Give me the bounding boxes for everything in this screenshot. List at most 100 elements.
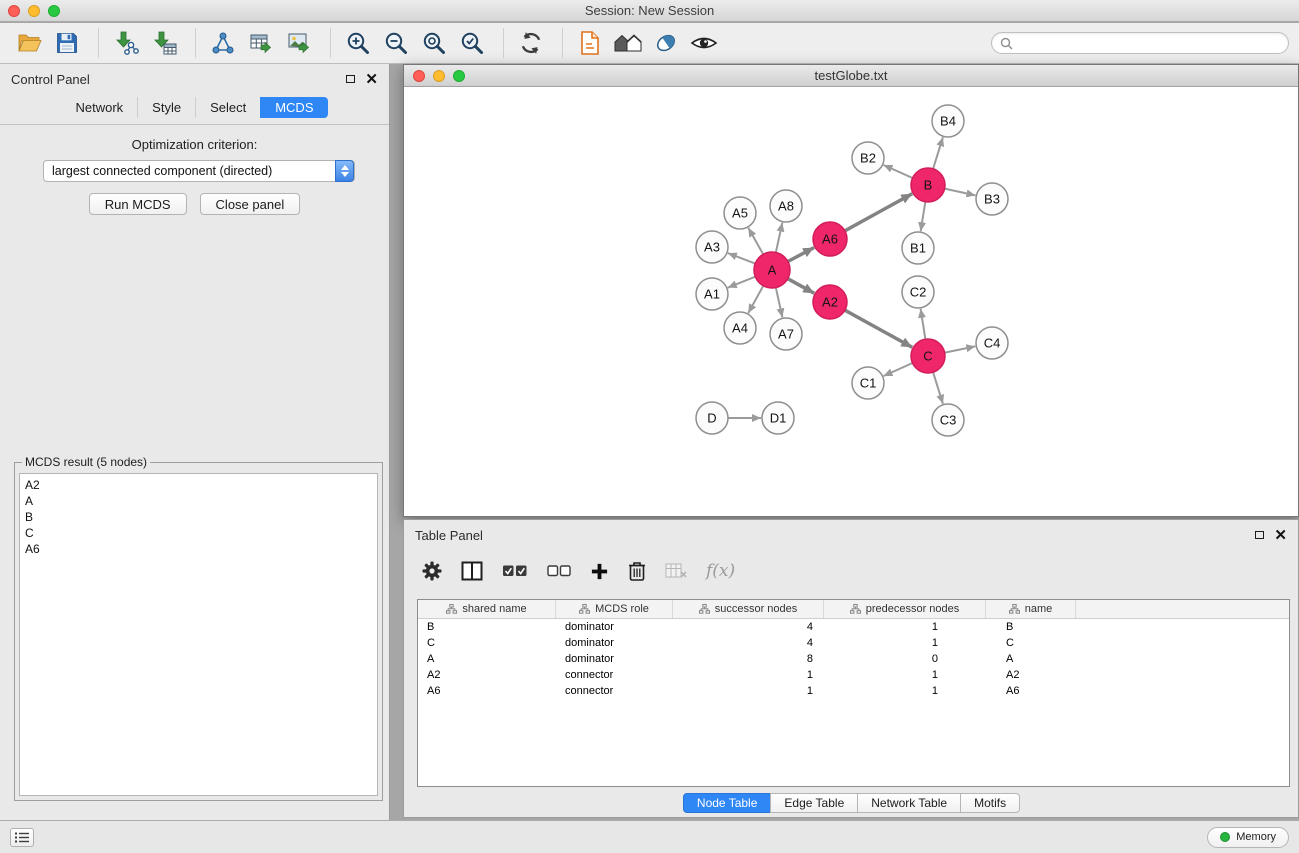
edge-C-C4[interactable] bbox=[945, 346, 976, 352]
table-row[interactable]: A2connector11A2 bbox=[418, 667, 1289, 683]
edge-C-C1[interactable] bbox=[884, 363, 913, 376]
node-D1[interactable]: D1 bbox=[762, 402, 794, 434]
node-B2[interactable]: B2 bbox=[852, 142, 884, 174]
node-C4[interactable]: C4 bbox=[976, 327, 1008, 359]
run-mcds-button[interactable]: Run MCDS bbox=[89, 193, 187, 215]
edge-B-B1[interactable] bbox=[921, 202, 926, 231]
first-neighbors-button[interactable] bbox=[611, 26, 645, 60]
edge-B-B3[interactable] bbox=[945, 189, 976, 196]
node-A6[interactable]: A6 bbox=[813, 222, 847, 256]
tab-select[interactable]: Select bbox=[195, 97, 260, 118]
save-session-button[interactable] bbox=[50, 26, 84, 60]
edge-B-B2[interactable] bbox=[884, 165, 913, 178]
network-window-titlebar[interactable]: testGlobe.txt bbox=[404, 65, 1298, 87]
task-history-button[interactable] bbox=[10, 828, 34, 847]
add-column-button[interactable] bbox=[590, 562, 609, 581]
column-header-name[interactable]: name bbox=[986, 600, 1076, 618]
close-panel-icon[interactable]: ✕ bbox=[365, 72, 378, 87]
refresh-button[interactable] bbox=[514, 26, 548, 60]
mcds-result-item[interactable]: A bbox=[25, 493, 377, 509]
edge-B-B4[interactable] bbox=[933, 137, 943, 169]
edge-C-C2[interactable] bbox=[921, 309, 926, 339]
edge-A-A4[interactable] bbox=[748, 286, 763, 313]
network-graph[interactable]: A A6 A2 B C A1 A3 A4 A5 A7 A8 B1 B2 B3 B4 C1 C2 C3 C4 D D1 bbox=[404, 87, 1298, 516]
show-columns-button[interactable] bbox=[461, 561, 483, 581]
export-image-button[interactable] bbox=[282, 26, 316, 60]
node-B4[interactable]: B4 bbox=[932, 105, 964, 137]
tab-node-table[interactable]: Node Table bbox=[683, 793, 772, 813]
mcds-result-item[interactable]: A6 bbox=[25, 541, 377, 557]
float-panel-icon[interactable] bbox=[346, 75, 355, 83]
tab-motifs[interactable]: Motifs bbox=[960, 793, 1020, 813]
node-B3[interactable]: B3 bbox=[976, 183, 1008, 215]
float-table-panel-icon[interactable] bbox=[1255, 531, 1264, 539]
node-C1[interactable]: C1 bbox=[852, 367, 884, 399]
delete-column-button[interactable] bbox=[628, 560, 646, 582]
node-C2[interactable]: C2 bbox=[902, 276, 934, 308]
deselect-all-button[interactable] bbox=[547, 564, 571, 578]
close-panel-button[interactable]: Close panel bbox=[200, 193, 301, 215]
zoom-selected-button[interactable] bbox=[455, 26, 489, 60]
edge-A-A6[interactable] bbox=[788, 247, 814, 261]
function-builder-button[interactable]: f(x) bbox=[706, 561, 735, 581]
node-A1[interactable]: A1 bbox=[696, 278, 728, 310]
tab-mcds[interactable]: MCDS bbox=[260, 97, 327, 118]
node-A3[interactable]: A3 bbox=[696, 231, 728, 263]
close-table-panel-icon[interactable]: ✕ bbox=[1274, 528, 1287, 543]
mcds-result-item[interactable]: A2 bbox=[25, 477, 377, 493]
node-A4[interactable]: A4 bbox=[724, 312, 756, 344]
node-C[interactable]: C bbox=[911, 339, 945, 373]
edge-C-C3[interactable] bbox=[933, 372, 943, 404]
delete-table-button[interactable] bbox=[665, 562, 687, 580]
table-row[interactable]: Cdominator41C bbox=[418, 635, 1289, 651]
column-header-MCDS-role[interactable]: MCDS role bbox=[556, 600, 673, 618]
edge-A-A7[interactable] bbox=[776, 288, 783, 318]
import-table-button[interactable] bbox=[147, 26, 181, 60]
new-network-button[interactable] bbox=[206, 26, 240, 60]
select-all-button[interactable] bbox=[502, 564, 528, 578]
show-hide-button[interactable] bbox=[687, 26, 721, 60]
tab-network-table[interactable]: Network Table bbox=[857, 793, 961, 813]
node-A8[interactable]: A8 bbox=[770, 190, 802, 222]
search-input[interactable] bbox=[1019, 36, 1288, 50]
edge-A-A3[interactable] bbox=[728, 253, 755, 263]
optimization-dropdown[interactable]: largest connected component (directed) bbox=[43, 160, 355, 182]
open-session-button[interactable] bbox=[12, 26, 46, 60]
column-header-successor-nodes[interactable]: successor nodes bbox=[673, 600, 824, 618]
node-table[interactable]: shared nameMCDS rolesuccessor nodesprede… bbox=[417, 599, 1290, 787]
tab-edge-table[interactable]: Edge Table bbox=[770, 793, 858, 813]
tab-network[interactable]: Network bbox=[61, 97, 137, 118]
node-A7[interactable]: A7 bbox=[770, 318, 802, 350]
edge-A-A2[interactable] bbox=[788, 279, 814, 294]
node-A5[interactable]: A5 bbox=[724, 197, 756, 229]
new-table-button[interactable] bbox=[244, 26, 278, 60]
mcds-result-item[interactable]: C bbox=[25, 525, 377, 541]
memory-button[interactable]: Memory bbox=[1207, 827, 1289, 848]
edge-A-A8[interactable] bbox=[776, 223, 783, 253]
node-A2[interactable]: A2 bbox=[813, 285, 847, 319]
network-canvas[interactable]: A A6 A2 B C A1 A3 A4 A5 A7 A8 B1 B2 B3 B4 C1 C2 C3 C4 D D1 bbox=[404, 87, 1298, 516]
edge-A-A1[interactable] bbox=[728, 277, 756, 288]
table-row[interactable]: Adominator80A bbox=[418, 651, 1289, 667]
edge-A6-B[interactable] bbox=[845, 194, 912, 231]
node-D[interactable]: D bbox=[696, 402, 728, 434]
mcds-result-item[interactable]: B bbox=[25, 509, 377, 525]
table-row[interactable]: Bdominator41B bbox=[418, 619, 1289, 635]
column-header-predecessor-nodes[interactable]: predecessor nodes bbox=[824, 600, 986, 618]
edge-A-A5[interactable] bbox=[748, 228, 763, 254]
zoom-out-button[interactable] bbox=[379, 26, 413, 60]
edge-A2-C[interactable] bbox=[845, 310, 912, 347]
node-C3[interactable]: C3 bbox=[932, 404, 964, 436]
import-network-button[interactable] bbox=[109, 26, 143, 60]
node-A[interactable]: A bbox=[754, 252, 790, 288]
table-row[interactable]: A6connector11A6 bbox=[418, 683, 1289, 699]
graphics-details-button[interactable] bbox=[649, 26, 683, 60]
column-header-shared-name[interactable]: shared name bbox=[418, 600, 556, 618]
zoom-fit-button[interactable] bbox=[417, 26, 451, 60]
node-B1[interactable]: B1 bbox=[902, 232, 934, 264]
table-settings-button[interactable] bbox=[422, 561, 442, 581]
open-document-button[interactable] bbox=[573, 26, 607, 60]
tab-style[interactable]: Style bbox=[137, 97, 195, 118]
zoom-in-button[interactable] bbox=[341, 26, 375, 60]
node-B[interactable]: B bbox=[911, 168, 945, 202]
